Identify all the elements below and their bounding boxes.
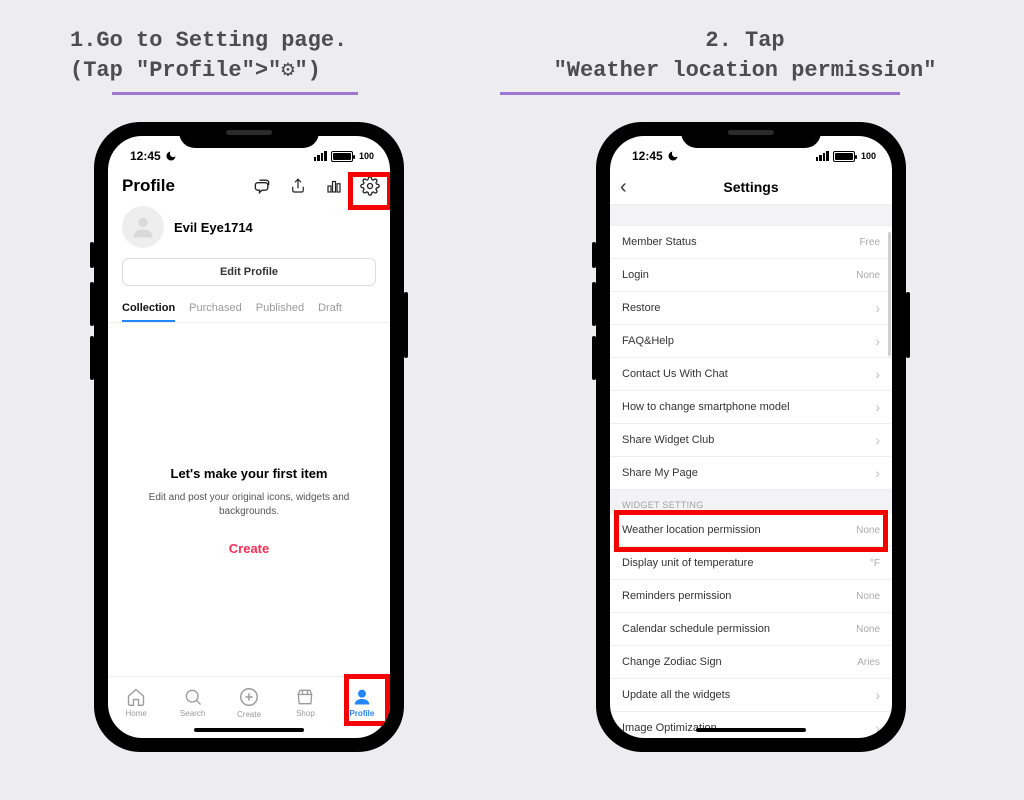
edit-profile-button[interactable]: Edit Profile [122, 258, 376, 286]
underline [112, 92, 358, 95]
tab-draft[interactable]: Draft [318, 296, 342, 322]
bar-chart-icon[interactable] [324, 176, 344, 196]
settings-row[interactable]: How to change smartphone model › [610, 391, 892, 424]
home-indicator [194, 728, 304, 732]
settings-row[interactable]: Image Optimization› [610, 712, 892, 738]
profile-tabs: Collection Purchased Published Draft [108, 296, 390, 323]
scrollbar[interactable] [888, 232, 891, 356]
moon-icon [667, 150, 679, 162]
row-value: None [856, 624, 880, 635]
caption-text: 1.Go to Setting page. [70, 28, 347, 53]
battery-icon [331, 151, 353, 162]
settings-row[interactable]: Share Widget Club › [610, 424, 892, 457]
avatar[interactable] [122, 206, 164, 248]
row-value: › [875, 300, 880, 316]
battery-label: 100 [359, 151, 374, 161]
row-value: › [875, 399, 880, 415]
row-value: › [875, 432, 880, 448]
step2-caption: 2. Tap "Weather location permission" [490, 26, 1000, 85]
row-label: Share Widget Club [622, 434, 714, 446]
settings-row[interactable]: Change Zodiac Sign Aries [610, 646, 892, 679]
row-label: How to change smartphone model [622, 401, 790, 413]
row-label: Reminders permission [622, 590, 731, 602]
chat-icon[interactable] [252, 176, 272, 196]
settings-row[interactable]: Display unit of temperature °F [610, 547, 892, 580]
highlight-gear [348, 172, 390, 210]
empty-title: Let's make your first item [134, 466, 364, 481]
settings-row[interactable]: Restore › [610, 292, 892, 325]
nav-home[interactable]: Home [108, 677, 164, 728]
row-value: › [875, 465, 880, 481]
settings-row[interactable]: Weather location permissionNone [610, 514, 892, 547]
tab-purchased[interactable]: Purchased [189, 296, 242, 322]
create-link[interactable]: Create [134, 541, 364, 556]
phone-mockup-profile: 12:45 100 Profile [94, 122, 404, 752]
row-label: Member Status [622, 236, 697, 248]
row-label: Share My Page [622, 467, 698, 479]
battery-label: 100 [861, 151, 876, 161]
settings-navbar: ‹ Settings [610, 170, 892, 204]
nav-label: Home [126, 709, 147, 718]
home-indicator [696, 728, 806, 732]
caption-text: 2. Tap [705, 28, 784, 53]
row-value: °F [870, 558, 880, 569]
step1-caption: 1.Go to Setting page. (Tap "Profile">"⚙"… [70, 26, 347, 85]
settings-row[interactable]: Update all the widgets › [610, 679, 892, 712]
empty-body: Edit and post your original icons, widge… [134, 491, 364, 519]
page-title: Profile [122, 176, 175, 196]
phone-mockup-settings: 12:45 100 ‹ Settings Member Status Free Lo… [596, 122, 906, 752]
tab-published[interactable]: Published [256, 296, 304, 322]
row-value: Aries [857, 657, 880, 668]
row-value: None [856, 270, 880, 281]
row-value: › [875, 720, 880, 736]
settings-row[interactable]: Share My Page › [610, 457, 892, 490]
row-label: Change Zodiac Sign [622, 656, 722, 668]
row-value: None [856, 591, 880, 602]
settings-list[interactable]: Member StatusFreeLoginNoneRestore›FAQ&He… [610, 226, 892, 738]
row-label: Display unit of temperature [622, 557, 753, 569]
row-value: › [875, 366, 880, 382]
underline [500, 92, 900, 95]
clock: 12:45 [130, 149, 161, 163]
row-label: Calendar schedule permission [622, 623, 770, 635]
settings-row[interactable]: Calendar schedule permission None [610, 613, 892, 646]
row-value: › [875, 687, 880, 703]
battery-icon [833, 151, 855, 162]
nav-label: Shop [296, 709, 315, 718]
caption-text: (Tap "Profile">"⚙") [70, 58, 321, 83]
settings-row[interactable]: Reminders permission None [610, 580, 892, 613]
row-label: Contact Us With Chat [622, 368, 728, 380]
moon-icon [165, 150, 177, 162]
nav-create[interactable]: Create [221, 677, 277, 728]
clock: 12:45 [632, 149, 663, 163]
highlight-weather-permission [614, 510, 888, 552]
nav-search[interactable]: Search [164, 677, 220, 728]
username: Evil Eye1714 [174, 220, 253, 235]
caption-text: "Weather location permission" [554, 58, 937, 83]
nav-label: Create [237, 710, 261, 719]
share-icon[interactable] [288, 176, 308, 196]
settings-row[interactable]: Contact Us With Chat › [610, 358, 892, 391]
row-label: Restore [622, 302, 661, 314]
row-value: Free [859, 237, 880, 248]
settings-row[interactable]: Login None [610, 259, 892, 292]
row-value: › [875, 333, 880, 349]
row-label: Update all the widgets [622, 689, 730, 701]
back-button[interactable]: ‹ [620, 176, 627, 199]
nav-shop[interactable]: Shop [277, 677, 333, 728]
highlight-profile-tab [344, 674, 390, 726]
row-label: FAQ&Help [622, 335, 674, 347]
signal-icon [816, 151, 829, 161]
nav-label: Search [180, 709, 205, 718]
tab-collection[interactable]: Collection [122, 296, 175, 322]
page-title: Settings [723, 179, 778, 195]
settings-row[interactable]: FAQ&Help › [610, 325, 892, 358]
signal-icon [314, 151, 327, 161]
settings-row[interactable]: Member Status Free [610, 226, 892, 259]
empty-state: Let's make your first item Edit and post… [108, 466, 390, 556]
row-label: Login [622, 269, 649, 281]
